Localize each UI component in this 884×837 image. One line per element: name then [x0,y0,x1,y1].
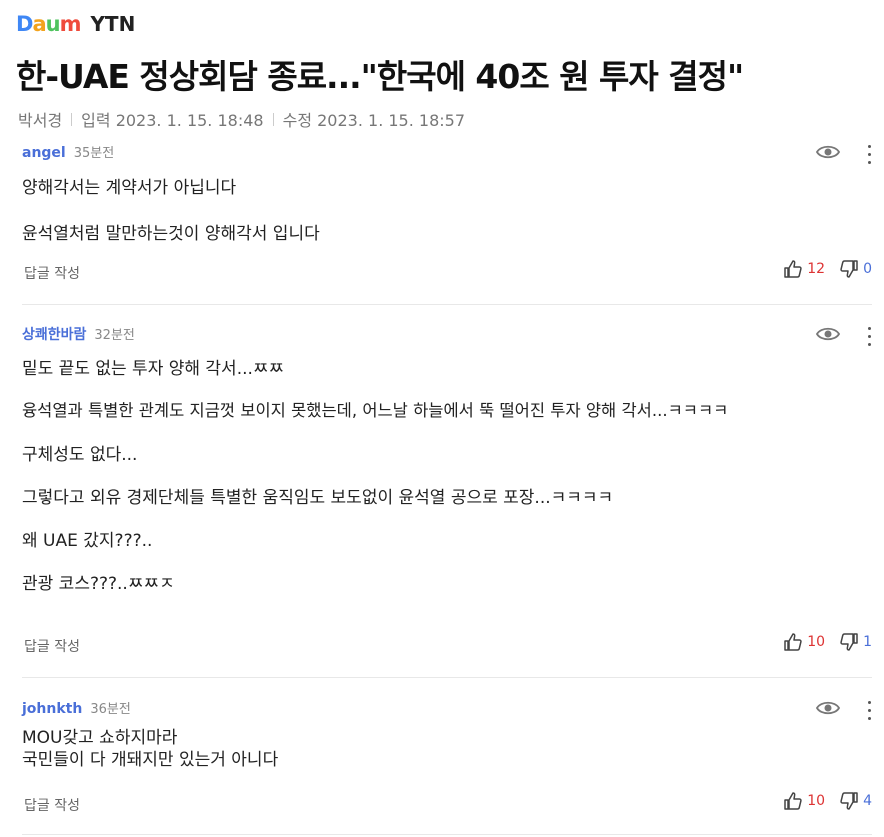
article-meta: 박서경 입력 2023. 1. 15. 18:48 수정 2023. 1. 15… [18,107,465,131]
daum-logo[interactable]: D a u m [16,12,82,36]
comment-line: 밑도 끝도 없는 투자 양해 각서...ㅉㅉ [22,359,285,379]
eye-icon[interactable] [816,326,840,342]
comment-time: 36분전 [90,702,131,717]
header: D a u m YTN [16,12,135,36]
comment-line: MOU갖고 쇼하지마라 [22,728,178,748]
logo-letter-d: D [16,12,33,36]
dislike-count: 4 [863,793,872,809]
comment-header: angel 35분전 [22,142,872,161]
comment-divider [22,304,872,305]
comment-line: 왜 UAE 갔지???.. [22,531,153,551]
vote-group: 10 1 [783,632,872,652]
reply-button[interactable]: 답글 작성 [24,263,80,283]
comment-author[interactable]: johnkth [22,701,82,717]
comment-item: angel 35분전 양해각서는 계약서가 아닙니다 윤석열처럼 말만하는것이 … [22,142,872,292]
reply-button[interactable]: 답글 작성 [24,636,80,656]
published-time: 입력 2023. 1. 15. 18:48 [81,111,264,130]
comment-divider [22,834,872,835]
vote-group: 12 0 [783,259,872,279]
like-count: 12 [807,261,826,277]
comment-line: 그렇다고 외유 경제단체들 특별한 움직임도 보도없이 윤석열 공으로 포장..… [22,488,614,508]
comment-line [22,420,872,440]
thumbs-up-icon[interactable] [783,259,803,279]
dislike-count: 1 [863,634,872,650]
comment-header: johnkth 36분전 [22,698,872,717]
comment-line [22,506,872,526]
thumbs-down-icon[interactable] [839,259,859,279]
comment-author[interactable]: 상쾌한바람 [22,324,86,344]
article-author[interactable]: 박서경 [18,107,62,131]
eye-icon[interactable] [816,144,840,160]
comment-body: 양해각서는 계약서가 아닙니다 윤석열처럼 말만하는것이 양해각서 입니다 [22,173,872,244]
logo-letter-u: u [45,12,61,36]
comment-line [22,377,872,397]
comment-line: 양해각서는 계약서가 아닙니다 [22,178,237,198]
comment-item: 상쾌한바람 32분전 밑도 끝도 없는 투자 양해 각서...ㅉㅉ 융석열과 특… [22,324,872,664]
comment-header: 상쾌한바람 32분전 [22,324,872,344]
logo-letter-m: m [59,12,82,36]
news-source[interactable]: YTN [90,12,135,36]
updated-time: 수정 2023. 1. 15. 18:57 [282,111,466,130]
comment-line [22,549,872,569]
eye-icon[interactable] [816,700,840,716]
like-count: 10 [807,634,826,650]
comment-time: 32분전 [94,328,135,343]
comment-item: johnkth 36분전 MOU갖고 쇼하지마라 국민들이 다 개돼지만 있는거… [22,698,872,828]
thumbs-down-icon[interactable] [839,791,859,811]
comment-line [22,463,872,483]
dislike-count: 0 [863,261,872,277]
comment-line: 구체성도 없다... [22,445,138,465]
thumbs-down-icon[interactable] [839,632,859,652]
like-count: 10 [807,793,826,809]
reply-button[interactable]: 답글 작성 [24,795,80,815]
comment-line: 융석열과 특별한 관계도 지금껏 보이지 못했는데, 어느날 하늘에서 뚝 떨어… [22,401,729,420]
comment-line: 국민들이 다 개돼지만 있는거 아니다 [22,750,279,770]
more-vertical-icon[interactable] [866,145,872,165]
article-title: 한-UAE 정상회담 종료..."한국에 40조 원 투자 결정" [16,57,744,96]
vote-group: 10 4 [783,791,872,811]
comment-body: 밑도 끝도 없는 투자 양해 각서...ㅉㅉ 융석열과 특별한 관계도 지금껏 … [22,354,872,594]
comment-author[interactable]: angel [22,145,66,161]
logo-letter-a: a [32,12,46,36]
thumbs-up-icon[interactable] [783,632,803,652]
thumbs-up-icon[interactable] [783,791,803,811]
meta-divider [272,112,274,126]
comment-time: 35분전 [73,146,115,161]
meta-divider [71,112,73,126]
comment-body: MOU갖고 쇼하지마라 국민들이 다 개돼지만 있는거 아니다 [22,723,872,770]
comment-line: 윤석열처럼 말만하는것이 양해각서 입니다 [22,224,320,244]
more-vertical-icon[interactable] [866,701,872,721]
comment-divider [22,677,872,678]
comment-line [22,197,872,219]
more-vertical-icon[interactable] [866,327,872,347]
comment-line: 관광 코스???..ㅉㅉㅈ [22,574,175,594]
